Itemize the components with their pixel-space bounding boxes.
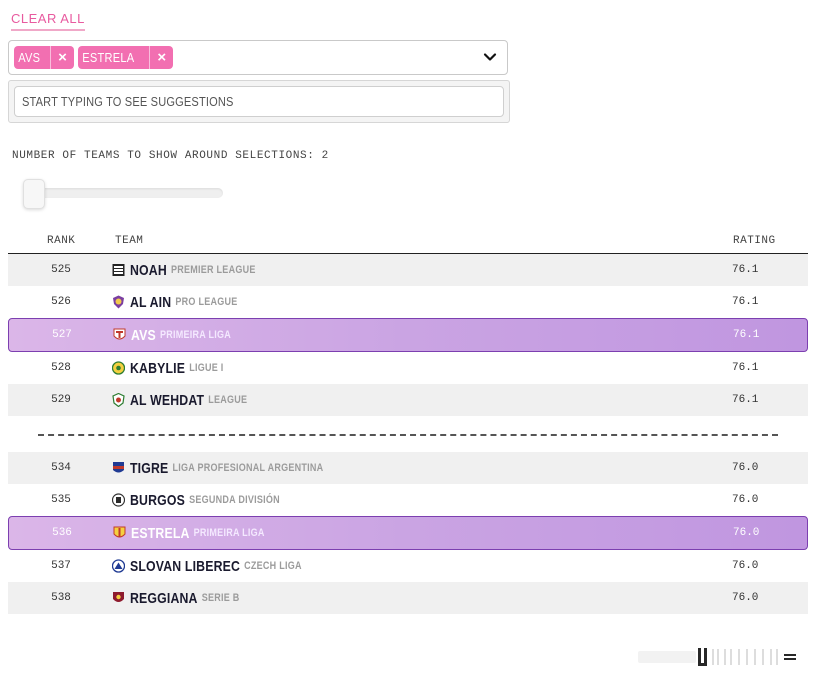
team-name-cell: TIGRE LIGA PROFESIONAL ARGENTINA — [130, 452, 323, 484]
rating-cell: 76.1 — [732, 394, 759, 406]
rank-cell: 529 — [51, 394, 71, 406]
league-name: PRIMEIRA LIGA — [193, 527, 265, 539]
team-name-cell: AVS PRIMEIRA LIGA — [131, 319, 231, 351]
search-placeholder: START TYPING TO SEE SUGGESTIONS — [22, 94, 234, 109]
team-name: AVS — [131, 326, 156, 344]
team-name: BURGOS — [130, 491, 185, 509]
table-row[interactable]: 529 AL WEHDAT LEAGUE 76.1 — [8, 384, 808, 416]
rank-cell: 526 — [51, 296, 71, 308]
rating-column-header: RATING — [733, 235, 776, 247]
table-row[interactable]: 537 SLOVAN LIBEREC CZECH LIGA 76.0 — [8, 550, 808, 582]
burgos-crest-icon — [112, 493, 125, 507]
rating-cell: 76.0 — [733, 527, 760, 539]
table-row[interactable]: 535 BURGOS SEGUNDA DIVISIÓN 76.0 — [8, 484, 808, 516]
team-name: ESTRELA — [131, 524, 190, 542]
table-row[interactable]: 525 NOAH PREMIER LEAGUE 76.1 — [8, 254, 808, 286]
remove-chip-avs-button[interactable]: × — [49, 46, 74, 69]
tigre-crest-icon — [113, 462, 124, 473]
league-name: PRIMEIRA LIGA — [159, 329, 232, 341]
avs-crest-icon — [113, 328, 126, 340]
ratings-table: RANK TEAM RATING — [8, 228, 808, 254]
kabylie-crest-icon — [112, 361, 125, 375]
team-name: KABYLIE — [130, 359, 186, 377]
chip-label: ESTRELA — [82, 50, 135, 65]
team-name-cell: KABYLIE LIGUE I — [130, 352, 224, 384]
slider-track[interactable] — [25, 188, 223, 198]
table-header: RANK TEAM RATING — [8, 228, 808, 254]
team-name-cell: BURGOS SEGUNDA DIVISIÓN — [130, 484, 280, 516]
slider-label: NUMBER OF TEAMS TO SHOW AROUND SELECTION… — [12, 150, 329, 162]
team-name: SLOVAN LIBEREC — [130, 557, 241, 575]
rank-cell: 528 — [51, 362, 71, 374]
suggestion-panel: START TYPING TO SEE SUGGESTIONS — [8, 80, 510, 123]
team-name: AL AIN — [130, 293, 172, 311]
team-name-cell: AL WEHDAT LEAGUE — [130, 384, 247, 416]
table-row[interactable]: 526 AL AIN PRO LEAGUE 76.1 — [8, 286, 808, 318]
league-name: LIGA PROFESIONAL ARGENTINA — [172, 462, 324, 474]
team-name: NOAH — [130, 261, 167, 279]
watermark-logo-icon — [638, 648, 796, 666]
team-name-cell: AL AIN PRO LEAGUE — [130, 286, 238, 318]
reggiana-crest-icon — [113, 592, 124, 602]
league-name: SERIE B — [201, 592, 240, 604]
team-name: TIGRE — [130, 459, 169, 477]
remove-chip-estrela-button[interactable]: × — [149, 46, 173, 69]
noah-crest-icon — [112, 264, 125, 276]
league-name: CZECH LIGA — [244, 560, 302, 572]
team-column-header: TEAM — [115, 235, 144, 247]
rank-cell: 525 — [51, 264, 71, 276]
rank-cell: 537 — [51, 560, 71, 572]
rating-cell: 76.1 — [732, 362, 759, 374]
search-input[interactable]: START TYPING TO SEE SUGGESTIONS — [14, 86, 504, 117]
team-name: REGGIANA — [130, 589, 198, 607]
al-wehdat-crest-icon — [112, 393, 125, 407]
chip-estrela: ESTRELA × — [77, 46, 174, 69]
estrela-crest-icon — [113, 526, 126, 538]
chip-avs: AVS × — [14, 46, 74, 69]
rating-cell: 76.1 — [733, 329, 760, 341]
team-name-cell: ESTRELA PRIMEIRA LIGA — [131, 517, 265, 549]
league-name: LIGUE I — [189, 362, 224, 374]
table-row-selected[interactable]: 536 ESTRELA PRIMEIRA LIGA 76.0 — [8, 516, 808, 550]
rank-cell: 536 — [52, 527, 72, 539]
table-row-selected[interactable]: 527 AVS PRIMEIRA LIGA 76.1 — [8, 318, 808, 352]
league-name: SEGUNDA DIVISIÓN — [189, 494, 280, 506]
table-row[interactable]: 528 KABYLIE LIGUE I 76.1 — [8, 352, 808, 384]
rank-column-header: RANK — [47, 235, 76, 247]
team-name-cell: REGGIANA SERIE B — [130, 582, 240, 614]
rank-cell: 527 — [52, 329, 72, 341]
table-row[interactable]: 534 TIGRE LIGA PROFESIONAL ARGENTINA 76.… — [8, 452, 808, 484]
league-name: LEAGUE — [208, 394, 248, 406]
rank-cell: 538 — [51, 592, 71, 604]
league-name: PREMIER LEAGUE — [170, 264, 256, 276]
rows-gap-divider — [38, 434, 778, 436]
team-selector[interactable]: AVS × ESTRELA × — [8, 40, 508, 75]
rating-cell: 76.1 — [732, 296, 759, 308]
rank-cell: 535 — [51, 494, 71, 506]
team-name-cell: NOAH PREMIER LEAGUE — [130, 254, 256, 286]
slovan-liberec-crest-icon — [112, 559, 125, 573]
chip-label: AVS — [18, 50, 41, 65]
rating-cell: 76.1 — [732, 264, 759, 276]
table-row[interactable]: 538 REGGIANA SERIE B 76.0 — [8, 582, 808, 614]
rating-cell: 76.0 — [732, 462, 759, 474]
team-name-cell: SLOVAN LIBEREC CZECH LIGA — [130, 550, 302, 582]
rating-cell: 76.0 — [732, 560, 759, 572]
clear-all-button[interactable]: CLEAR ALL — [11, 11, 85, 31]
rank-cell: 534 — [51, 462, 71, 474]
al-ain-crest-icon — [113, 295, 124, 309]
league-name: PRO LEAGUE — [175, 296, 238, 308]
rating-cell: 76.0 — [732, 494, 759, 506]
slider-handle[interactable] — [23, 179, 45, 209]
team-name: AL WEHDAT — [130, 391, 205, 409]
rating-cell: 76.0 — [732, 592, 759, 604]
chevron-down-icon[interactable] — [483, 50, 497, 64]
